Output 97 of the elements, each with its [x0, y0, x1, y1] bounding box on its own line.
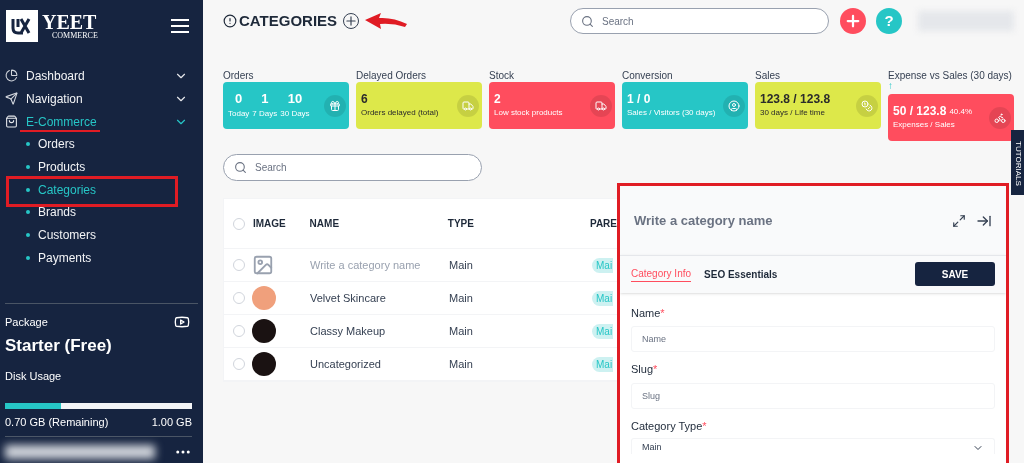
nav-subitem[interactable]: Products — [38, 158, 86, 177]
stat-caption: Expenses / Sales — [893, 119, 956, 131]
table-cell-text: Classy Makeup — [310, 323, 387, 339]
stat-title: Orders — [223, 69, 255, 81]
bullet-icon — [26, 187, 30, 192]
stat-icon — [590, 94, 612, 117]
required-mark: * — [702, 418, 707, 434]
stat-value: 10 — [287, 91, 303, 108]
stat-icon — [457, 94, 479, 117]
bag-icon — [5, 115, 18, 128]
add-button[interactable] — [840, 8, 866, 34]
table-cell-text: Main — [449, 257, 474, 273]
stat-title: Delayed Orders — [356, 69, 428, 81]
stat-value: 0 — [235, 91, 243, 108]
column-header: TYPE — [447, 217, 475, 231]
logo-icon — [6, 10, 38, 42]
field-label: Name — [631, 305, 661, 321]
nav-item[interactable]: E-Commerce — [26, 112, 97, 131]
nav-item[interactable]: Dashboard — [26, 66, 85, 85]
table-cell-text: Uncategorized — [310, 356, 382, 372]
pie-chart-icon — [5, 69, 18, 82]
column-header: PARE — [589, 217, 617, 231]
search-icon — [234, 161, 247, 174]
nav-subitem[interactable]: Brands — [38, 203, 77, 222]
column-header: NAME — [309, 217, 341, 231]
stat-title: Conversion — [622, 69, 674, 81]
stat-caption: Today — [228, 107, 250, 120]
text-field[interactable]: Name — [631, 326, 995, 352]
image-placeholder-icon — [252, 254, 274, 276]
disk-total: 1.00 GB — [151, 414, 192, 430]
plus-icon — [844, 12, 862, 30]
required-mark: * — [653, 362, 658, 377]
table-cell-text: Write a category name — [310, 257, 422, 273]
package-plan: Starter (Free) — [5, 334, 113, 357]
expand-icon[interactable] — [952, 213, 966, 228]
table-cell-text: Main — [449, 356, 474, 372]
page-title: CATEGORIES — [239, 10, 338, 31]
field-label: Category Type — [631, 418, 703, 434]
bullet-icon — [26, 142, 30, 147]
nav-item[interactable]: Navigation — [26, 89, 83, 108]
menu-icon[interactable] — [171, 19, 189, 33]
bullet-icon — [26, 233, 30, 238]
bullet-icon — [26, 255, 30, 260]
panel-tab[interactable]: SEO Essentials — [704, 266, 778, 282]
parent-tag: Mai — [592, 323, 614, 339]
stat-percent: 40.4% — [949, 106, 973, 118]
stat-value: 1 / 0 — [627, 92, 651, 107]
stat-value: 50 / 123.8 — [893, 104, 947, 119]
stat-caption: Low stock products — [494, 107, 563, 119]
table-cell-text: Velvet Skincare — [310, 290, 387, 306]
parent-tag: Mai — [592, 290, 614, 306]
select-field[interactable]: Main — [631, 438, 995, 454]
stat-value: 2 — [494, 92, 501, 107]
stat-value: 1 — [261, 91, 269, 108]
stat-value: 6 — [361, 92, 368, 107]
required-mark: * — [660, 305, 665, 321]
bullet-icon — [26, 210, 30, 215]
tutorials-tab[interactable]: TUTORIALS — [1011, 130, 1024, 195]
stat-title: Expense vs Sales (30 days) — [888, 69, 1013, 81]
disk-usage-label: Disk Usage — [5, 369, 63, 384]
stat-caption: Orders delayed (total) — [361, 107, 439, 119]
stat-caption: 7 Days — [252, 107, 278, 120]
nav-subitem[interactable]: Payments — [38, 248, 92, 267]
parent-tag: Mai — [592, 257, 614, 273]
disk-remaining: 0.70 GB (Remaining) — [5, 414, 109, 430]
package-label: Package — [5, 315, 48, 330]
stat-caption: 30 days / Life time — [760, 107, 826, 119]
send-icon — [5, 92, 18, 105]
search-icon — [581, 14, 594, 28]
table-cell-text: Main — [449, 290, 474, 306]
bullet-icon — [26, 165, 30, 170]
stat-icon — [723, 94, 745, 117]
parent-tag: Mai — [592, 356, 614, 372]
category-title-field[interactable]: Write a category name — [634, 210, 773, 231]
stat-icon — [324, 94, 346, 117]
stat-title: Sales — [755, 69, 781, 81]
logo-title: YEET — [42, 12, 97, 32]
stat-icon — [856, 94, 878, 117]
search-field[interactable]: Search — [570, 8, 829, 34]
stat-title: Stock — [489, 69, 515, 81]
annotation-arrow — [363, 11, 410, 31]
nav-subitem[interactable]: Categories — [38, 180, 97, 199]
nav-subitem[interactable]: Customers — [38, 226, 96, 245]
nav-subitem[interactable]: Orders — [38, 135, 75, 154]
column-header: IMAGE — [252, 217, 287, 231]
logo-subtitle: COMMERCE — [52, 32, 98, 40]
info-icon — [223, 14, 237, 28]
field-label: Slug — [631, 362, 654, 377]
trend-icon: ↑ — [888, 81, 1014, 93]
table-cell-text: Main — [449, 323, 474, 339]
stat-caption: 30 Days — [280, 107, 310, 120]
text-field[interactable]: Slug — [631, 382, 995, 409]
stat-icon — [989, 106, 1011, 129]
stat-value: 123.8 / 123.8 — [760, 92, 831, 107]
save-button[interactable]: SAVE — [915, 262, 995, 287]
stat-caption: Sales / Visitors (30 days) — [627, 107, 716, 119]
table-search-field[interactable]: Search — [223, 154, 482, 181]
